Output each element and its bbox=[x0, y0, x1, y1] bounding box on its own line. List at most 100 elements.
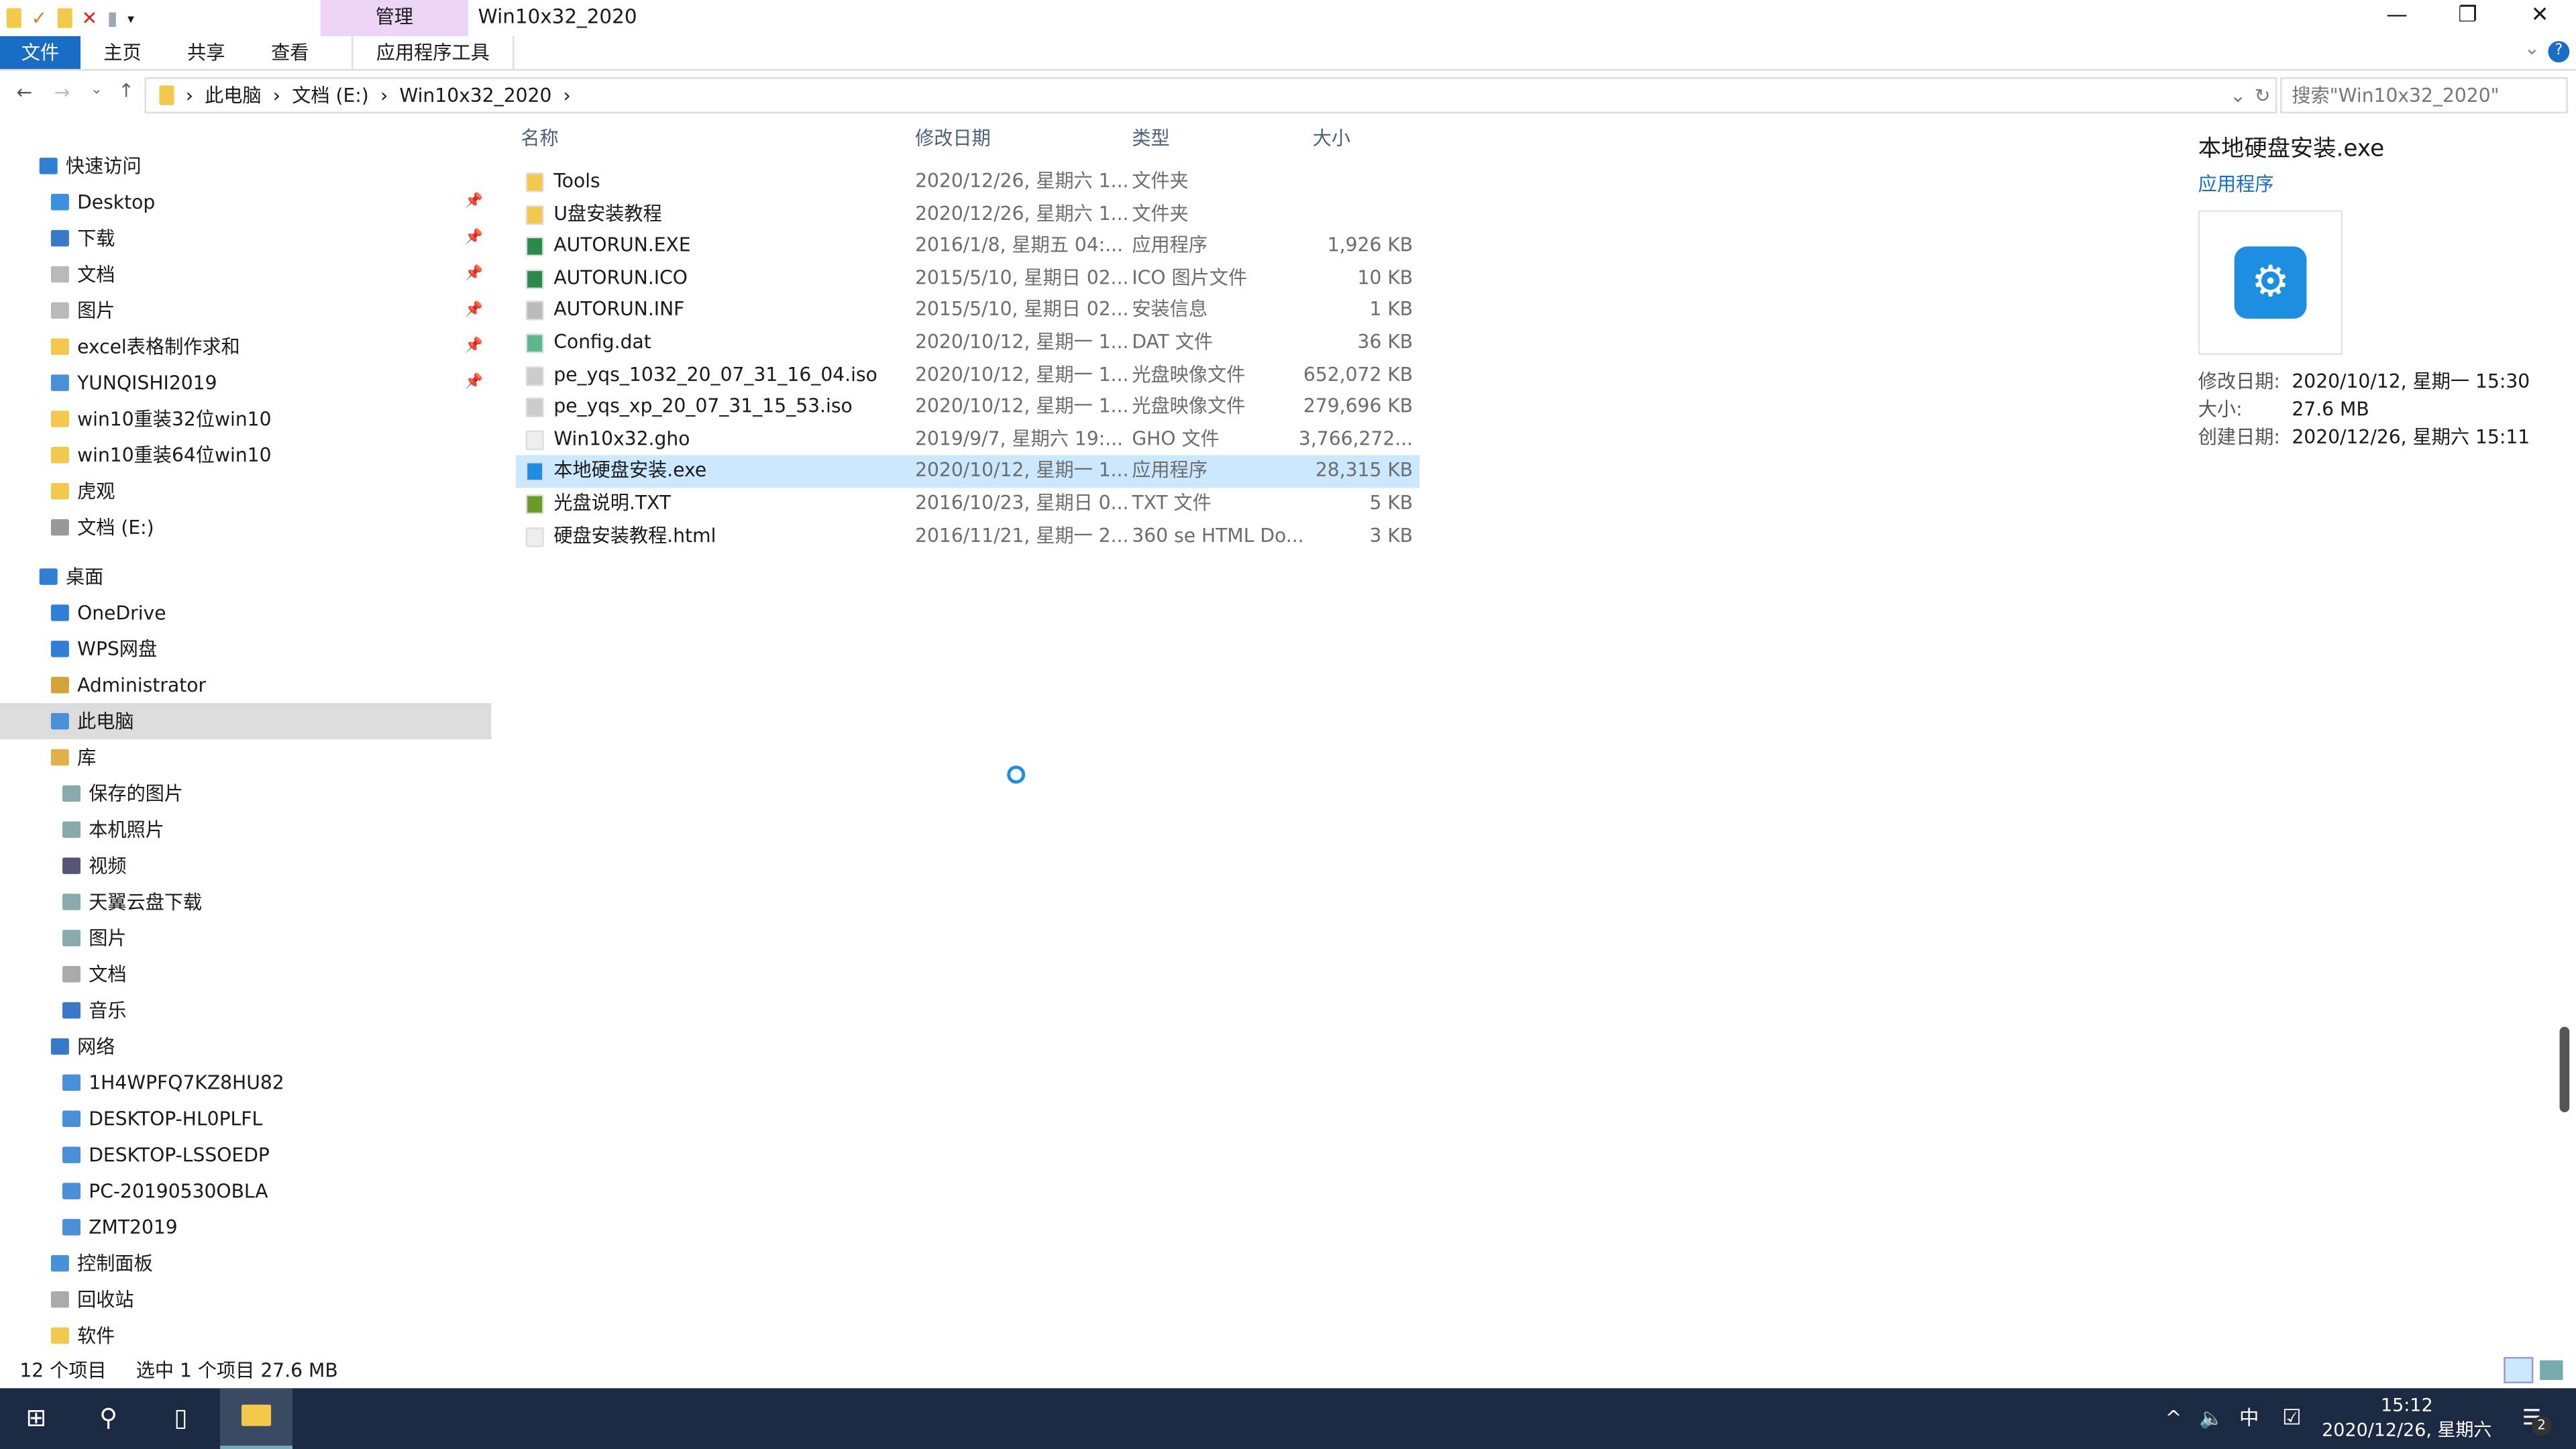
sidebar-item[interactable]: OneDrive bbox=[0, 595, 491, 631]
sidebar-item[interactable]: win10重装32位win10 bbox=[0, 401, 491, 437]
sidebar-item[interactable]: YUNQISHI2019 📌 bbox=[0, 365, 491, 401]
sidebar-item[interactable]: ZMT2019 bbox=[0, 1209, 491, 1245]
file-row[interactable]: 本地硬盘安装.exe 2020/10/12, 星期一 1... 应用程序 28,315… bbox=[515, 455, 1419, 488]
column-date[interactable]: 修改日期 bbox=[915, 125, 991, 151]
close-button[interactable]: ✕ bbox=[2504, 0, 2576, 36]
breadcrumb-current[interactable]: Win10x32_2020 bbox=[399, 84, 551, 107]
sidebar-item-label: 天翼云盘下载 bbox=[89, 890, 203, 914]
sidebar-item[interactable]: 此电脑 bbox=[0, 703, 492, 740]
sidebar-item[interactable]: Desktop 📌 bbox=[0, 184, 491, 220]
sidebar-item[interactable]: 桌面 bbox=[0, 559, 491, 595]
show-hidden-icons[interactable]: ^ bbox=[2152, 1388, 2195, 1449]
file-row[interactable]: Config.dat 2020/10/12, 星期一 1... DAT 文件 36 K… bbox=[516, 327, 1419, 359]
sidebar-item[interactable]: 文档 (E:) bbox=[0, 509, 491, 545]
address-bar[interactable]: › 此电脑 › 文档 (E:) › Win10x32_2020 › ⌄ ↻ bbox=[144, 77, 2277, 113]
sidebar-item[interactable]: win10重装64位win10 bbox=[0, 437, 491, 473]
context-tab-manage[interactable]: 管理 bbox=[320, 0, 468, 36]
minimize-button[interactable]: — bbox=[2361, 0, 2433, 36]
sidebar-item-icon bbox=[50, 1038, 69, 1055]
column-type[interactable]: 类型 bbox=[1132, 125, 1169, 151]
item-count: 12 个项目 bbox=[19, 1358, 107, 1382]
file-row[interactable]: Win10x32.gho 2019/9/7, 星期六 19:... GHO 文件 3,… bbox=[516, 423, 1419, 455]
ime-indicator[interactable]: 中 bbox=[2231, 1388, 2267, 1449]
sidebar-item[interactable]: 文档 📌 bbox=[0, 256, 491, 292]
column-size[interactable]: 大小 bbox=[1313, 125, 1350, 151]
recent-dropdown-icon[interactable]: ⌄ bbox=[91, 82, 103, 98]
file-row[interactable]: pe_yqs_1032_20_07_31_16_04.iso 2020/10/12… bbox=[516, 359, 1419, 391]
start-button[interactable]: ⊞ bbox=[0, 1388, 72, 1449]
sidebar-item[interactable]: 软件 bbox=[0, 1318, 491, 1354]
customize-dropdown-icon[interactable]: ▾ bbox=[127, 11, 134, 25]
file-row[interactable]: AUTORUN.ICO 2015/5/10, 星期日 02... ICO 图片文件 1… bbox=[516, 262, 1419, 294]
tab-home[interactable]: 主页 bbox=[80, 36, 164, 69]
pen-icon[interactable]: ☑ bbox=[2273, 1388, 2310, 1449]
volume-icon[interactable]: 🔈 bbox=[2192, 1388, 2231, 1449]
refresh-icon[interactable]: ↻ bbox=[2255, 84, 2271, 107]
sidebar-item[interactable]: 虎观 bbox=[0, 473, 491, 509]
delete-icon[interactable]: ✕ bbox=[82, 7, 98, 30]
sidebar-item[interactable]: 文档 bbox=[0, 956, 491, 992]
large-icons-view-button[interactable] bbox=[2540, 1360, 2563, 1381]
pin-icon[interactable]: 📌 bbox=[465, 220, 483, 256]
file-row[interactable]: AUTORUN.INF 2015/5/10, 星期日 02... 安装信息 1 KB bbox=[516, 294, 1419, 327]
sidebar-item[interactable]: 音乐 bbox=[0, 992, 491, 1028]
sidebar-item[interactable]: 回收站 bbox=[0, 1281, 491, 1318]
sidebar-item[interactable]: 图片 bbox=[0, 920, 491, 956]
sidebar-item[interactable]: DESKTOP-HL0PLFL bbox=[0, 1101, 491, 1137]
expand-ribbon-icon[interactable]: ⌄ bbox=[2524, 36, 2540, 59]
sidebar-item[interactable]: PC-20190530OBLA bbox=[0, 1173, 491, 1210]
properties-icon[interactable]: ✓ bbox=[32, 7, 48, 30]
tab-view[interactable]: 查看 bbox=[248, 36, 332, 69]
sidebar-item[interactable]: 天翼云盘下载 bbox=[0, 884, 491, 920]
breadcrumb-drive-e[interactable]: 文档 (E:) bbox=[292, 82, 369, 108]
scrollbar[interactable] bbox=[2559, 1026, 2570, 1112]
details-view-button[interactable] bbox=[2504, 1356, 2534, 1384]
sidebar-item[interactable]: 保存的图片 bbox=[0, 775, 491, 812]
forward-icon[interactable]: → bbox=[54, 80, 70, 103]
pin-icon[interactable]: 📌 bbox=[465, 292, 483, 329]
sidebar-item-icon bbox=[62, 894, 81, 910]
clock[interactable]: 15:12 2020/12/26, 星期六 bbox=[2308, 1393, 2506, 1442]
sidebar-item[interactable]: 库 bbox=[0, 739, 491, 775]
search-button[interactable]: ⚲ bbox=[72, 1388, 145, 1449]
sidebar-item[interactable]: 控制面板 bbox=[0, 1245, 491, 1281]
sidebar-item[interactable]: Administrator bbox=[0, 667, 491, 703]
pin-icon[interactable]: 📌 bbox=[465, 184, 483, 220]
recycle-icon[interactable]: ▮ bbox=[107, 7, 118, 30]
restore-button[interactable]: ❐ bbox=[2432, 0, 2504, 36]
sidebar-item[interactable]: 本机照片 bbox=[0, 812, 491, 848]
sidebar-item[interactable]: DESKTOP-LSSOEDP bbox=[0, 1137, 491, 1173]
file-row[interactable]: Tools 2020/12/26, 星期六 1... 文件夹 bbox=[516, 166, 1419, 198]
pin-icon[interactable]: 📌 bbox=[465, 256, 483, 292]
sidebar-item[interactable]: WPS网盘 bbox=[0, 631, 491, 667]
sidebar-item[interactable]: 视频 bbox=[0, 848, 491, 884]
help-icon[interactable]: ? bbox=[2548, 41, 2570, 63]
back-icon[interactable]: ← bbox=[16, 80, 32, 103]
sidebar-item[interactable]: 下载 📌 bbox=[0, 220, 491, 256]
task-view-button[interactable]: ▯ bbox=[145, 1388, 217, 1449]
sidebar-item[interactable]: 1H4WPFQ7KZ8HU82 bbox=[0, 1065, 491, 1101]
tab-share[interactable]: 共享 bbox=[164, 36, 248, 69]
file-explorer-button[interactable] bbox=[220, 1388, 292, 1449]
sidebar-item[interactable]: 快速访问 bbox=[0, 148, 491, 184]
column-name[interactable]: 名称 bbox=[521, 125, 558, 151]
sidebar-item-label: 虎观 bbox=[77, 480, 115, 503]
file-row[interactable]: U盘安装教程 2020/12/26, 星期六 1... 文件夹 bbox=[516, 198, 1419, 230]
pin-icon[interactable]: 📌 bbox=[465, 365, 483, 401]
pin-icon[interactable]: 📌 bbox=[465, 329, 483, 365]
tab-file[interactable]: 文件 bbox=[0, 36, 81, 69]
breadcrumb-this-pc[interactable]: 此电脑 bbox=[205, 82, 261, 108]
sidebar-item[interactable]: 网络 bbox=[0, 1028, 491, 1065]
search-input[interactable]: 搜索"Win10x32_2020" bbox=[2280, 77, 2568, 113]
tab-app-tools[interactable]: 应用程序工具 bbox=[352, 36, 515, 69]
new-folder-icon[interactable] bbox=[56, 8, 72, 28]
file-row[interactable]: 硬盘安装教程.html 2016/11/21, 星期一 2... 360 se HT… bbox=[516, 520, 1419, 552]
address-dropdown-icon[interactable]: ⌄ bbox=[2230, 84, 2246, 107]
file-row[interactable]: 光盘说明.TXT 2016/10/23, 星期日 0... TXT 文件 5 KB bbox=[516, 488, 1419, 520]
file-row[interactable]: pe_yqs_xp_20_07_31_15_53.iso 2020/10/12, … bbox=[516, 391, 1419, 423]
file-row[interactable]: AUTORUN.EXE 2016/1/8, 星期五 04:... 应用程序 1,926… bbox=[516, 230, 1419, 262]
sidebar-item[interactable]: 图片 📌 bbox=[0, 292, 491, 329]
notification-center-icon[interactable]: ☰ 2 bbox=[2507, 1388, 2556, 1449]
sidebar-item[interactable]: excel表格制作求和 📌 bbox=[0, 329, 491, 365]
up-icon[interactable]: ↑ bbox=[118, 79, 134, 102]
